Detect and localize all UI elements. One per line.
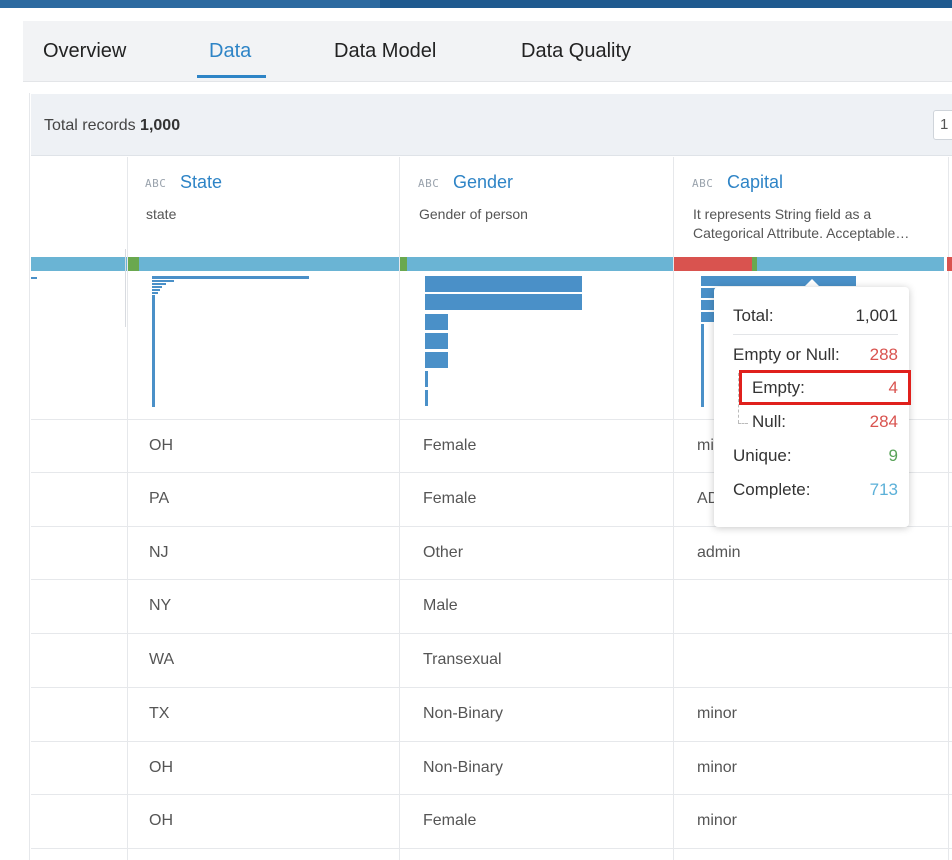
histogram-bar: [701, 324, 704, 407]
cell-gender[interactable]: Male: [423, 597, 458, 615]
cell-state[interactable]: OH: [149, 812, 173, 830]
cell-capital[interactable]: mi: [697, 437, 714, 455]
quality-valid-segment: [407, 257, 673, 271]
tree-connector: [738, 423, 748, 424]
highlight-annotation: [739, 370, 911, 405]
histogram-bar: [152, 292, 158, 294]
string-type-icon: ABC: [418, 177, 440, 190]
cell-state[interactable]: OH: [149, 759, 173, 777]
tooltip-separator: [733, 334, 898, 335]
histogram-divider: [125, 249, 126, 327]
column-description: It represents String field as a Categori…: [693, 206, 910, 241]
column-header-capital[interactable]: ABC Capital It represents String field a…: [674, 157, 948, 257]
tab-data[interactable]: Data: [209, 40, 251, 63]
string-type-icon: ABC: [692, 177, 714, 190]
row-divider: [31, 741, 952, 742]
row-divider: [31, 848, 952, 849]
tab-overview[interactable]: Overview: [43, 40, 126, 63]
histogram-bar: [152, 280, 174, 282]
cell-capital[interactable]: minor: [697, 812, 737, 830]
histogram-state[interactable]: [128, 271, 399, 419]
quality-unique-segment: [128, 257, 139, 271]
quality-bar[interactable]: [31, 257, 127, 271]
histogram-gender[interactable]: [400, 271, 673, 419]
quality-unique-segment: [400, 257, 407, 271]
quality-bar-state[interactable]: [128, 257, 399, 271]
cell-gender[interactable]: Transexual: [423, 651, 502, 669]
cell-state[interactable]: NJ: [149, 544, 169, 562]
tab-data-quality[interactable]: Data Quality: [521, 40, 631, 63]
records-bar: Total records 1,000 1: [31, 94, 952, 156]
cell-gender[interactable]: Female: [423, 812, 476, 830]
histogram-bar: [31, 277, 37, 279]
cell-state[interactable]: NY: [149, 597, 171, 615]
row-divider: [31, 633, 952, 634]
cell-gender[interactable]: Female: [423, 437, 476, 455]
column-description: state: [146, 206, 177, 222]
tooltip-unique: Unique: 9: [733, 446, 898, 465]
cell-state[interactable]: WA: [149, 651, 174, 669]
quality-empty-segment: [674, 257, 752, 271]
total-records-label: Total records: [44, 117, 136, 134]
column-header-state[interactable]: ABC State state: [128, 157, 399, 257]
quality-empty-segment: [947, 257, 952, 271]
histogram-bar: [425, 314, 448, 330]
cell-capital[interactable]: admin: [697, 544, 741, 562]
active-tab-indicator: [197, 75, 266, 78]
tooltip-total: Total: 1,001: [733, 306, 898, 325]
histogram-bar: [152, 276, 309, 279]
column-description: Gender of person: [419, 206, 528, 222]
quality-valid-segment: [139, 257, 399, 271]
cell-state[interactable]: OH: [149, 437, 173, 455]
tooltip-empty-or-null: Empty or Null: 288: [733, 345, 898, 364]
column-header-gender[interactable]: ABC Gender Gender of person: [400, 157, 673, 257]
histogram-bar: [152, 295, 155, 407]
quality-valid-segment: [757, 257, 944, 271]
row-divider: [31, 687, 952, 688]
histogram-bar: [425, 276, 582, 292]
tab-data-model[interactable]: Data Model: [334, 40, 436, 63]
cell-gender[interactable]: Non-Binary: [423, 759, 503, 777]
histogram-bar: [425, 294, 582, 310]
histogram-bar: [425, 390, 428, 406]
top-accent-bar-right: [380, 0, 952, 8]
row-divider: [31, 579, 952, 580]
histogram[interactable]: [31, 271, 127, 419]
quality-tooltip: Total: 1,001 Empty or Null: 288 Empty: 4…: [714, 287, 909, 527]
quality-bar-gender[interactable]: [400, 257, 673, 271]
cell-capital[interactable]: minor: [697, 759, 737, 777]
cell-state[interactable]: TX: [149, 705, 169, 723]
cell-gender[interactable]: Female: [423, 490, 476, 508]
quality-bar-capital[interactable]: [674, 257, 952, 271]
column-name[interactable]: Capital: [727, 172, 783, 193]
histogram-bar: [425, 352, 448, 368]
quality-valid-segment: [31, 257, 127, 271]
column-name[interactable]: State: [180, 172, 222, 193]
histogram-bar: [425, 333, 448, 349]
histogram-bar: [152, 286, 162, 288]
tooltip-complete: Complete: 713: [733, 480, 898, 499]
histogram-bar: [152, 289, 160, 291]
row-divider: [31, 794, 952, 795]
cell-gender[interactable]: Non-Binary: [423, 705, 503, 723]
histogram-bar: [425, 371, 428, 387]
cell-state[interactable]: PA: [149, 490, 169, 508]
total-records: Total records 1,000: [44, 117, 180, 135]
string-type-icon: ABC: [145, 177, 167, 190]
total-records-count: 1,000: [140, 117, 181, 134]
tooltip-null: Null: 284: [752, 412, 898, 431]
left-gutter: [0, 93, 30, 860]
histogram-bar: [701, 276, 856, 286]
column-name[interactable]: Gender: [453, 172, 513, 193]
cell-capital[interactable]: minor: [697, 705, 737, 723]
page-input[interactable]: 1: [933, 110, 952, 140]
histogram-bar: [152, 283, 166, 285]
cell-gender[interactable]: Other: [423, 544, 463, 562]
tab-bar: Overview Data Data Model Data Quality: [23, 21, 952, 82]
